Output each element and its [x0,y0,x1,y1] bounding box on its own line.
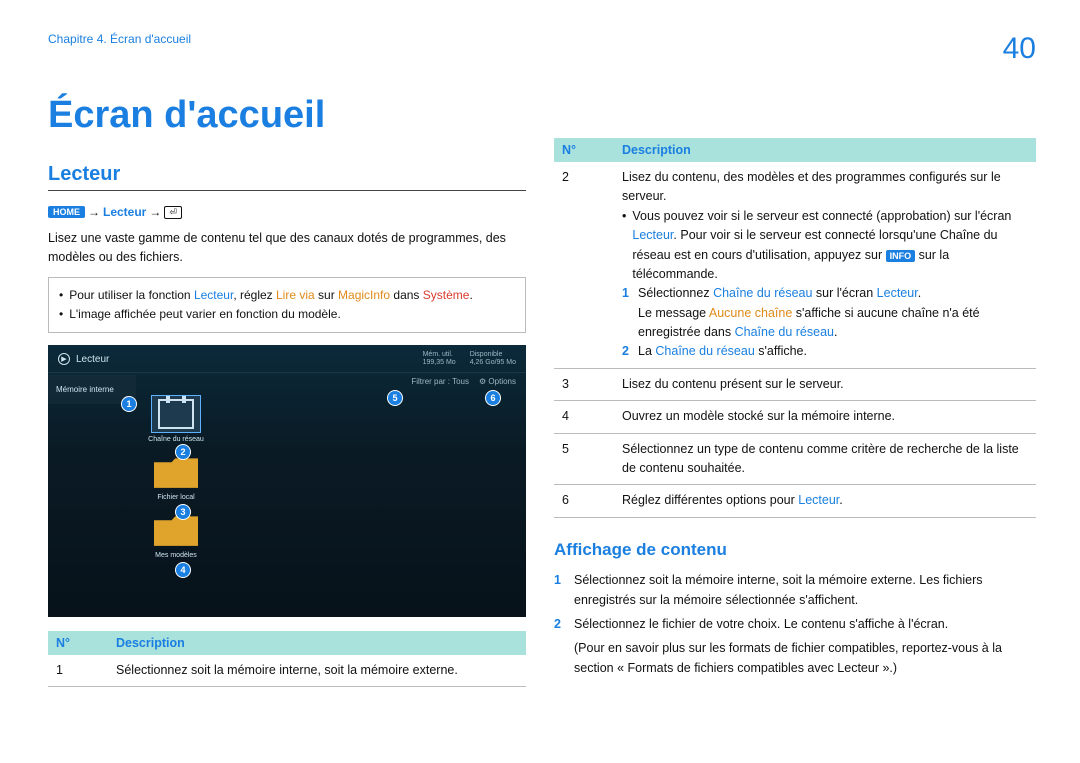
subsection-heading: Affichage de contenu [554,540,1036,560]
list-num: 2 [554,614,566,634]
list-num: 1 [554,570,566,610]
r2-lecteur2: Lecteur [877,286,918,300]
info-badge-icon: INFO [886,250,916,262]
tile-local-file: Fichier local [146,453,206,501]
note-lirevia: Lire via [276,288,315,302]
play-icon: ▶ [58,353,70,365]
note-text: sur [315,288,338,302]
callout-6: 6 [486,391,500,405]
list-item: 1 Sélectionnez soit la mémoire interne, … [554,570,1036,610]
list-note: (Pour en savoir plus sur les formats de … [574,638,1036,678]
note-line2: L'image affichée peut varier en fonction… [69,305,341,324]
screenshot-title: Lecteur [76,354,109,365]
tile-label: Mes modèles [146,552,206,559]
r6-text: . [839,493,842,507]
row-num: 4 [554,401,614,433]
section-heading-lecteur: Lecteur [48,163,526,191]
disp-value: 4,26 Go/95 Mo [470,359,516,367]
page-number: 40 [1003,32,1036,66]
r2-s1-text: Sélectionnez [638,286,713,300]
intro-text: Lisez une vaste gamme de contenu tel que… [48,229,526,267]
enter-key-icon: ⏎ [164,206,182,219]
list-text: Sélectionnez le fichier de votre choix. … [574,614,948,634]
affichage-list: 1 Sélectionnez soit la mémoire interne, … [554,570,1036,634]
disp-label: Disponible [470,351,516,359]
player-screenshot: ▶ Lecteur Mém. util. 199,35 Mo Disponibl… [48,345,526,617]
table-row: 3 Lisez du contenu présent sur le serveu… [554,368,1036,400]
tile-label: Chaîne du réseau [146,436,206,443]
list-text: Sélectionnez soit la mémoire interne, so… [574,570,1036,610]
callout-4: 4 [176,563,190,577]
mem-used-value: 199,35 Mo [423,359,456,367]
sidebar-item-memory: Mémoire interne [48,381,136,398]
subnum-1: 1 [622,284,632,342]
table-header-num: N° [554,138,614,162]
r2-chaine: Chaîne du réseau [713,286,812,300]
options-label: Options [488,377,516,386]
row-num: 3 [554,368,614,400]
table-row: 6 Réglez différentes options pour Lecteu… [554,485,1036,517]
tile-my-templates: Mes modèles [146,511,206,559]
table-header-desc: Description [108,631,526,655]
r2-s1-text: sur l'écran [812,286,876,300]
note-text: . [469,288,472,302]
row-num: 2 [554,162,614,368]
r2-lecteur: Lecteur [632,228,673,242]
breadcrumb: HOME → Lecteur → ⏎ [48,205,526,219]
r2-chaine2: Chaîne du réseau [735,325,834,339]
r6-text: Réglez différentes options pour [622,493,798,507]
table-row: 5 Sélectionnez un type de contenu comme … [554,433,1036,485]
arrow-icon: → [149,205,161,219]
row-num: 6 [554,485,614,517]
callout-1: 1 [122,397,136,411]
note-line1-text: Pour utiliser la fonction [69,288,194,302]
table-header-num: N° [48,631,108,655]
description-table-right: N° Description 2 Lisez du contenu, des m… [554,138,1036,518]
r2-s1b-text: . [834,325,837,339]
list-item: 2 Sélectionnez le fichier de votre choix… [554,614,1036,634]
r2-s1-text: . [918,286,921,300]
callout-5: 5 [388,391,402,405]
r2-aucune: Aucune chaîne [709,306,792,320]
row-desc: Sélectionnez soit la mémoire interne, so… [108,655,526,687]
r2-s2-text: La [638,344,655,358]
note-text: , réglez [233,288,276,302]
row-num: 1 [48,655,108,687]
table-row: 2 Lisez du contenu, des modèles et des p… [554,162,1036,368]
row-desc: Ouvrez un modèle stocké sur la mémoire i… [614,401,1036,433]
note-magicinfo: MagicInfo [338,288,390,302]
row-desc: Lisez du contenu, des modèles et des pro… [614,162,1036,368]
r2-chaine3: Chaîne du réseau [655,344,754,358]
note-systeme: Système [423,288,470,302]
r2-bullet-text: Vous pouvez voir si le serveur est conne… [632,209,1011,223]
mem-used-label: Mém. util. [423,351,456,359]
note-box: Pour utiliser la fonction Lecteur, régle… [48,277,526,333]
row-desc: Lisez du contenu présent sur le serveur. [614,368,1036,400]
callout-3: 3 [176,505,190,519]
r2-s1b-text: Le message [638,306,709,320]
arrow-icon: → [88,205,100,219]
callout-2: 2 [176,445,190,459]
r2-line1: Lisez du contenu, des modèles et des pro… [622,168,1028,207]
page-title: Écran d'accueil [48,94,526,137]
row-desc: Réglez différentes options pour Lecteur. [614,485,1036,517]
subnum-2: 2 [622,342,632,361]
row-num: 5 [554,433,614,485]
row-desc: Sélectionnez un type de contenu comme cr… [614,433,1036,485]
table-row: 1 Sélectionnez soit la mémoire interne, … [48,655,526,687]
filter-label: Filtrer par : Tous [411,377,469,386]
home-button-icon: HOME [48,206,85,218]
r2-s2-text: s'affiche. [755,344,807,358]
description-table-left: N° Description 1 Sélectionnez soit la mé… [48,631,526,687]
tile-network-channel: Chaîne du réseau [146,395,206,443]
chapter-label: Chapitre 4. Écran d'accueil [48,32,191,46]
breadcrumb-lecteur: Lecteur [103,205,146,219]
r6-lecteur: Lecteur [798,493,839,507]
note-text: dans [390,288,423,302]
tile-label: Fichier local [146,494,206,501]
note-lecteur: Lecteur [194,288,233,302]
table-header-desc: Description [614,138,1036,162]
table-row: 4 Ouvrez un modèle stocké sur la mémoire… [554,401,1036,433]
